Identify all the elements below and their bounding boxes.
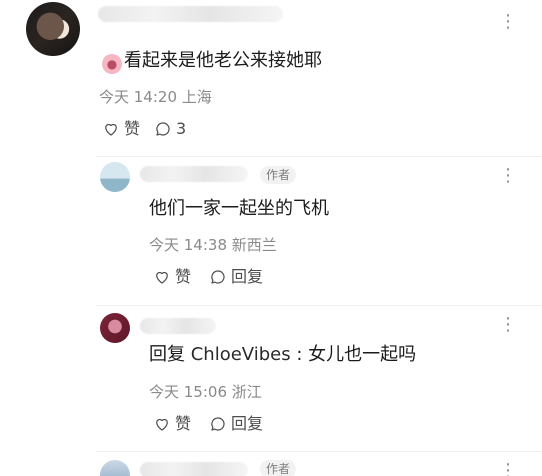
avatar[interactable] — [26, 2, 80, 56]
comment-actions: 赞 3 — [102, 119, 186, 139]
more-icon[interactable]: ⋮ — [499, 316, 517, 334]
avatar[interactable] — [100, 162, 130, 192]
reply-actions: 赞 回复 — [153, 414, 263, 434]
reply-text: 回复 ChloeVibes : 女儿也一起吗 — [149, 343, 416, 367]
comment-thread: ⋮ ● 看起来是他老公来接她耶 今天 14:20 上海 赞 3 作者 ⋮ 他们一… — [0, 0, 542, 476]
heart-icon — [153, 268, 171, 286]
more-icon[interactable]: ⋮ — [499, 167, 517, 185]
more-icon[interactable]: ⋮ — [499, 13, 517, 31]
like-label: 赞 — [175, 267, 192, 286]
comment-text: ● 看起来是他老公来接她耶 — [102, 49, 322, 74]
reply-prefix: 回复 — [149, 344, 191, 365]
like-button[interactable]: 赞 — [153, 267, 191, 287]
avatar[interactable] — [100, 460, 130, 476]
username-redacted[interactable] — [140, 318, 216, 334]
reply-text: 他们一家一起坐的飞机 — [149, 198, 329, 219]
comment-meta: 今天 14:20 上海 — [99, 88, 212, 106]
like-button[interactable]: 赞 — [153, 414, 191, 434]
like-label: 赞 — [175, 414, 192, 433]
reply-meta: 今天 15:06 浙江 — [149, 383, 262, 401]
username-redacted[interactable] — [98, 6, 283, 22]
reply-meta: 今天 14:38 新西兰 — [149, 236, 277, 254]
reply-actions: 赞 回复 — [153, 267, 263, 287]
peach-face-icon: ● — [102, 54, 122, 74]
reply-button[interactable]: 回复 — [209, 414, 263, 434]
reply-suffix: : 女儿也一起吗 — [290, 344, 417, 365]
reply-to-name[interactable]: ChloeVibes — [191, 344, 291, 365]
divider — [96, 156, 542, 157]
divider — [96, 305, 542, 306]
author-tag: 作者 — [260, 460, 297, 476]
comment-text-content: 看起来是他老公来接她耶 — [124, 50, 322, 71]
username-redacted[interactable] — [140, 462, 248, 476]
heart-icon — [153, 415, 171, 433]
comment-count: 3 — [176, 119, 187, 138]
comment-bubble-icon — [154, 120, 172, 138]
divider — [96, 451, 542, 452]
comment-button[interactable]: 3 — [154, 119, 186, 139]
more-icon[interactable]: ⋮ — [499, 462, 517, 476]
author-tag: 作者 — [260, 166, 297, 184]
comment-bubble-icon — [209, 415, 227, 433]
like-label: 赞 — [124, 119, 141, 138]
username-redacted[interactable] — [140, 166, 248, 182]
reply-label: 回复 — [231, 414, 264, 433]
comment-bubble-icon — [209, 268, 227, 286]
like-button[interactable]: 赞 — [102, 119, 140, 139]
reply-button[interactable]: 回复 — [209, 267, 263, 287]
reply-label: 回复 — [231, 267, 264, 286]
heart-icon — [102, 120, 120, 138]
avatar[interactable] — [100, 313, 130, 343]
